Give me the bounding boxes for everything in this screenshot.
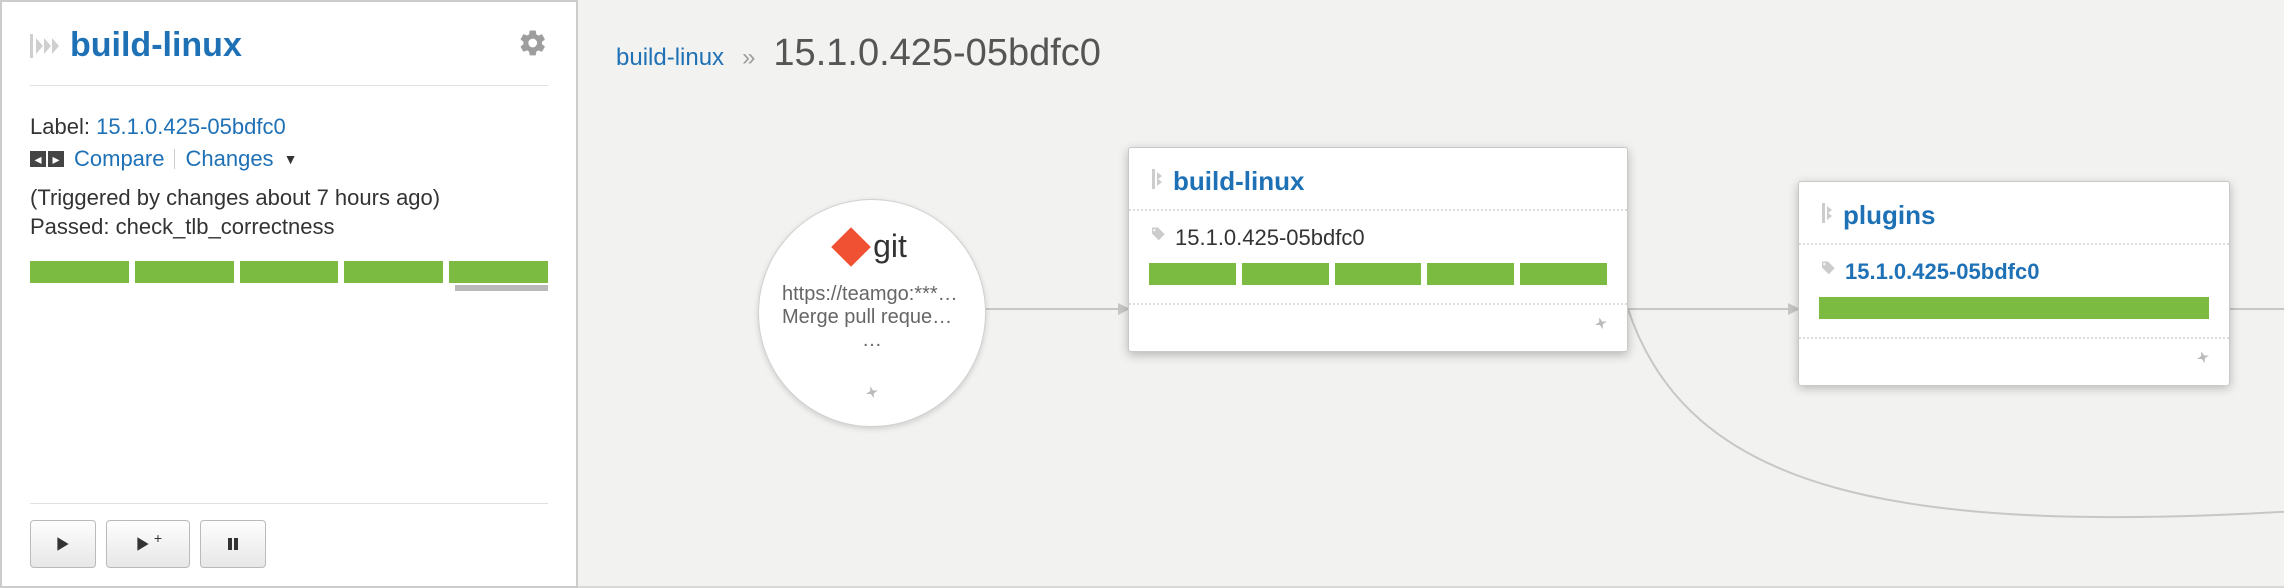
card-header: build-linux bbox=[1129, 148, 1627, 211]
pipeline-name-title[interactable]: build-linux bbox=[70, 26, 242, 65]
compare-icon: ◂▸ bbox=[30, 151, 64, 167]
git-url: https://teamgo:*****… bbox=[782, 283, 962, 306]
card-footer bbox=[1799, 337, 2229, 385]
git-more-dots: … bbox=[862, 329, 882, 352]
changes-link[interactable]: Changes bbox=[185, 146, 273, 172]
panel-header-title-group: build-linux bbox=[30, 26, 242, 65]
stage-bar[interactable] bbox=[30, 261, 129, 283]
pause-button[interactable] bbox=[200, 520, 266, 568]
card-tag-row: 15.1.0.425-05bdfc0 bbox=[1799, 245, 2229, 291]
vsm-canvas[interactable]: git https://teamgo:*****… Merge pull req… bbox=[578, 89, 2284, 586]
vsm-panel: build-linux » 15.1.0.425-05bdfc0 git bbox=[578, 0, 2284, 588]
card-stages bbox=[1129, 257, 1627, 303]
card-title[interactable]: plugins bbox=[1843, 200, 1935, 231]
stage-bar[interactable] bbox=[135, 261, 234, 283]
breadcrumb-link[interactable]: build-linux bbox=[616, 44, 724, 72]
passed-info: Passed: check_tlb_correctness bbox=[30, 213, 548, 242]
card-tag-link[interactable]: 15.1.0.425-05bdfc0 bbox=[1845, 259, 2039, 285]
stage-bar[interactable] bbox=[1427, 263, 1514, 285]
connector-arrow bbox=[978, 289, 1138, 329]
control-buttons: + bbox=[30, 520, 548, 568]
pipeline-summary-panel: build-linux Label: 15.1.0.425-05bdfc0 ◂▸… bbox=[0, 0, 578, 588]
label-line: Label: 15.1.0.425-05bdfc0 bbox=[30, 114, 548, 140]
card-header: plugins bbox=[1799, 182, 2229, 245]
label-value-link[interactable]: 15.1.0.425-05bdfc0 bbox=[96, 114, 286, 139]
gear-icon[interactable] bbox=[518, 28, 548, 63]
label-key: Label: bbox=[30, 114, 90, 139]
pipeline-card-build-linux[interactable]: build-linux 15.1.0.425-05bdfc0 bbox=[1128, 147, 1628, 352]
pipeline-icon bbox=[1819, 203, 1835, 229]
stage-bar[interactable] bbox=[344, 261, 443, 283]
git-material-node[interactable]: git https://teamgo:*****… Merge pull req… bbox=[758, 199, 986, 427]
stage-bar[interactable] bbox=[1149, 263, 1236, 285]
compare-changes-row: ◂▸ Compare Changes ▼ bbox=[30, 146, 548, 172]
stage-bar[interactable] bbox=[1242, 263, 1329, 285]
card-footer bbox=[1129, 303, 1627, 351]
pin-icon[interactable] bbox=[2193, 349, 2213, 375]
card-title[interactable]: build-linux bbox=[1173, 166, 1304, 197]
breadcrumb-current: 15.1.0.425-05bdfc0 bbox=[773, 32, 1101, 75]
chevron-down-icon[interactable]: ▼ bbox=[284, 151, 298, 167]
panel-meta: Label: 15.1.0.425-05bdfc0 ◂▸ Compare Cha… bbox=[30, 86, 548, 295]
stage-bar[interactable] bbox=[1335, 263, 1422, 285]
git-icon bbox=[831, 227, 871, 267]
button-row-divider: + bbox=[30, 503, 548, 568]
stage-bar[interactable] bbox=[1520, 263, 1607, 285]
card-tag: 15.1.0.425-05bdfc0 bbox=[1175, 225, 1365, 251]
stage-bar[interactable] bbox=[1819, 297, 2209, 319]
git-commit-msg: Merge pull request #… bbox=[782, 306, 962, 329]
git-logo: git bbox=[837, 228, 907, 265]
triple-chevron-icon bbox=[30, 34, 60, 58]
git-label: git bbox=[873, 228, 907, 265]
play-button[interactable] bbox=[30, 520, 96, 568]
panel-header: build-linux bbox=[30, 26, 548, 86]
pipeline-icon bbox=[1149, 169, 1165, 195]
tag-icon bbox=[1149, 226, 1167, 250]
pin-icon[interactable] bbox=[862, 384, 882, 410]
pin-icon[interactable] bbox=[1591, 315, 1611, 341]
trigger-info: (Triggered by changes about 7 hours ago) bbox=[30, 184, 548, 213]
pipeline-card-plugins[interactable]: plugins 15.1.0.425-05bdfc0 bbox=[1798, 181, 2230, 385]
stage-bar[interactable] bbox=[240, 261, 339, 283]
tag-icon bbox=[1819, 260, 1837, 284]
card-tag-row: 15.1.0.425-05bdfc0 bbox=[1129, 211, 1627, 257]
stage-bar-row bbox=[30, 261, 548, 283]
compare-link[interactable]: Compare bbox=[74, 146, 164, 172]
card-stages bbox=[1799, 291, 2229, 337]
breadcrumb: build-linux » 15.1.0.425-05bdfc0 bbox=[578, 0, 2284, 89]
play-plus-button[interactable]: + bbox=[106, 520, 190, 568]
stage-bar[interactable] bbox=[449, 261, 548, 283]
play-plus-suffix: + bbox=[154, 530, 162, 546]
breadcrumb-separator-icon: » bbox=[742, 44, 755, 72]
separator bbox=[174, 149, 175, 169]
